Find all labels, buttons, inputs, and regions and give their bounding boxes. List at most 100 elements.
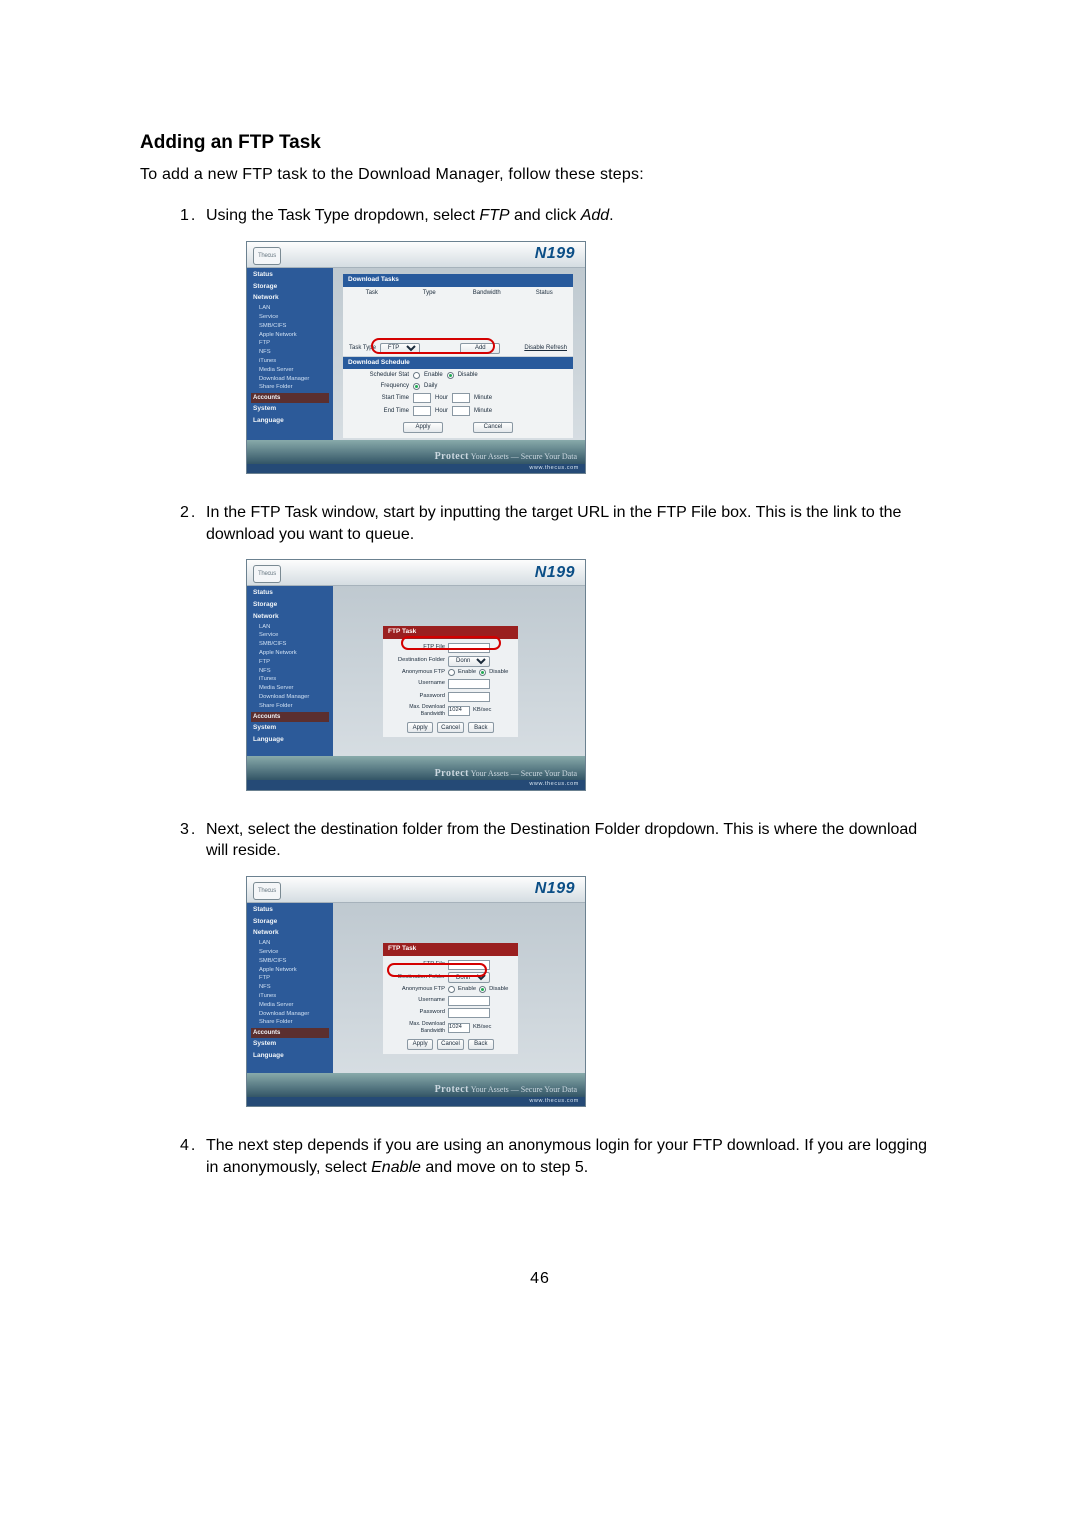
nav-sub[interactable]: LAN bbox=[251, 940, 329, 948]
nav-sub[interactable]: Service bbox=[251, 632, 329, 640]
nav-accounts[interactable]: Accounts bbox=[251, 1028, 329, 1038]
step-number: 3. bbox=[180, 819, 197, 841]
nav-sub[interactable]: SMB/CIFS bbox=[251, 323, 329, 331]
enable-radio[interactable] bbox=[448, 986, 455, 993]
nav-sub[interactable]: NFS bbox=[251, 984, 329, 992]
nav-accounts[interactable]: Accounts bbox=[251, 712, 329, 722]
nav-language[interactable]: Language bbox=[251, 416, 329, 427]
nav-sub[interactable]: Apple Network bbox=[251, 967, 329, 975]
nav-system[interactable]: System bbox=[251, 1039, 329, 1050]
dest-folder-dropdown[interactable]: Donna bbox=[448, 656, 490, 667]
username-input[interactable] bbox=[448, 679, 490, 689]
back-button[interactable]: Back bbox=[468, 722, 494, 733]
cancel-button[interactable]: Cancel bbox=[437, 722, 464, 733]
nav-sub[interactable]: SMB/CIFS bbox=[251, 641, 329, 649]
nav-sub[interactable]: iTunes bbox=[251, 358, 329, 366]
nav-network[interactable]: Network bbox=[251, 928, 329, 939]
nav-system[interactable]: System bbox=[251, 723, 329, 734]
step-number: 2. bbox=[180, 502, 197, 524]
step-number: 4. bbox=[180, 1135, 197, 1157]
start-hour-input[interactable] bbox=[413, 393, 431, 403]
ftp-file-label: FTP File bbox=[387, 644, 445, 652]
disable-radio[interactable] bbox=[447, 372, 454, 379]
password-label: Password bbox=[387, 693, 445, 701]
enable-radio[interactable] bbox=[413, 372, 420, 379]
nav-accounts[interactable]: Accounts bbox=[251, 393, 329, 403]
nav-storage[interactable]: Storage bbox=[251, 600, 329, 611]
nav-status[interactable]: Status bbox=[251, 905, 329, 916]
dest-folder-label: Destination Folder bbox=[387, 974, 445, 982]
password-input[interactable] bbox=[448, 1008, 490, 1018]
bandwidth-input[interactable]: 1024 bbox=[448, 1023, 470, 1033]
cancel-button[interactable]: Cancel bbox=[437, 1039, 464, 1050]
password-input[interactable] bbox=[448, 692, 490, 702]
em-enable: Enable bbox=[371, 1159, 421, 1176]
nav-system[interactable]: System bbox=[251, 404, 329, 415]
nav-network[interactable]: Network bbox=[251, 293, 329, 304]
nav-sub[interactable]: Media Server bbox=[251, 367, 329, 375]
cancel-button[interactable]: Cancel bbox=[473, 422, 513, 433]
apply-button[interactable]: Apply bbox=[403, 422, 443, 433]
apply-button[interactable]: Apply bbox=[407, 722, 433, 733]
nav-sub[interactable]: Media Server bbox=[251, 685, 329, 693]
nav-status[interactable]: Status bbox=[251, 588, 329, 599]
nav-sub[interactable]: Download Manager bbox=[251, 1011, 329, 1019]
disable-refresh-link[interactable]: Disable Refresh bbox=[524, 344, 567, 352]
figure-ftp-task-dest: Thecus N199 Status Storage Network LAN S… bbox=[246, 876, 586, 1107]
end-hour-input[interactable] bbox=[413, 406, 431, 416]
dest-folder-label: Destination Folder bbox=[387, 657, 445, 665]
disable-radio[interactable] bbox=[479, 986, 486, 993]
step-3: 3. Next, select the destination folder f… bbox=[180, 819, 940, 1108]
back-button[interactable]: Back bbox=[468, 1039, 494, 1050]
nav-sub[interactable]: Download Manager bbox=[251, 694, 329, 702]
enable-radio[interactable] bbox=[448, 669, 455, 676]
brand-badge: N199 bbox=[535, 243, 575, 265]
nav-sub[interactable]: Share Folder bbox=[251, 384, 329, 392]
nav-sub[interactable]: NFS bbox=[251, 349, 329, 357]
nav-storage[interactable]: Storage bbox=[251, 282, 329, 293]
nav-status[interactable]: Status bbox=[251, 270, 329, 281]
nav-sub[interactable]: Share Folder bbox=[251, 703, 329, 711]
nav-sub[interactable]: Apple Network bbox=[251, 332, 329, 340]
task-type-dropdown[interactable]: FTP bbox=[380, 343, 420, 354]
ftp-file-input[interactable] bbox=[448, 960, 490, 970]
nav-sub[interactable]: Service bbox=[251, 314, 329, 322]
end-min-input[interactable] bbox=[452, 406, 470, 416]
nav-sub[interactable]: Share Folder bbox=[251, 1019, 329, 1027]
sidebar-nav: Status Storage Network LAN Service SMB/C… bbox=[247, 268, 333, 440]
nav-sub[interactable]: Download Manager bbox=[251, 376, 329, 384]
ftp-file-input[interactable] bbox=[448, 643, 490, 653]
nav-language[interactable]: Language bbox=[251, 735, 329, 746]
dest-folder-dropdown[interactable]: Donna bbox=[448, 972, 490, 983]
scheduler-stat-label: Scheduler Stat bbox=[349, 371, 409, 379]
apply-button[interactable]: Apply bbox=[407, 1039, 433, 1050]
nav-sub[interactable]: SMB/CIFS bbox=[251, 958, 329, 966]
nav-language[interactable]: Language bbox=[251, 1051, 329, 1062]
username-input[interactable] bbox=[448, 996, 490, 1006]
nav-sub[interactable]: Media Server bbox=[251, 1002, 329, 1010]
nav-network[interactable]: Network bbox=[251, 612, 329, 623]
bandwidth-input[interactable]: 1024 bbox=[448, 706, 470, 716]
step-text: Using the Task Type dropdown, select bbox=[206, 207, 479, 224]
daily-radio[interactable] bbox=[413, 383, 420, 390]
nav-sub[interactable]: FTP bbox=[251, 340, 329, 348]
nav-sub[interactable]: NFS bbox=[251, 668, 329, 676]
nav-sub[interactable]: Service bbox=[251, 949, 329, 957]
nav-sub[interactable]: LAN bbox=[251, 305, 329, 313]
nav-sub[interactable]: FTP bbox=[251, 975, 329, 983]
start-min-input[interactable] bbox=[452, 393, 470, 403]
sidebar-nav: Status Storage Network LAN Service SMB/C… bbox=[247, 586, 333, 756]
add-button[interactable]: Add bbox=[460, 343, 500, 354]
nav-storage[interactable]: Storage bbox=[251, 917, 329, 928]
disable-radio[interactable] bbox=[479, 669, 486, 676]
figure-ftp-task-url: Thecus N199 Status Storage Network LAN S… bbox=[246, 559, 586, 790]
nav-sub[interactable]: iTunes bbox=[251, 676, 329, 684]
anon-ftp-label: Anonymous FTP bbox=[387, 986, 445, 994]
task-type-label: Task Type bbox=[349, 344, 376, 352]
nav-sub[interactable]: Apple Network bbox=[251, 650, 329, 658]
nav-sub[interactable]: FTP bbox=[251, 659, 329, 667]
footer-slogan: Protect Your Assets — Secure Your Data bbox=[435, 450, 577, 464]
footer-url: www.thecus.com bbox=[247, 464, 585, 473]
nav-sub[interactable]: iTunes bbox=[251, 993, 329, 1001]
nav-sub[interactable]: LAN bbox=[251, 624, 329, 632]
